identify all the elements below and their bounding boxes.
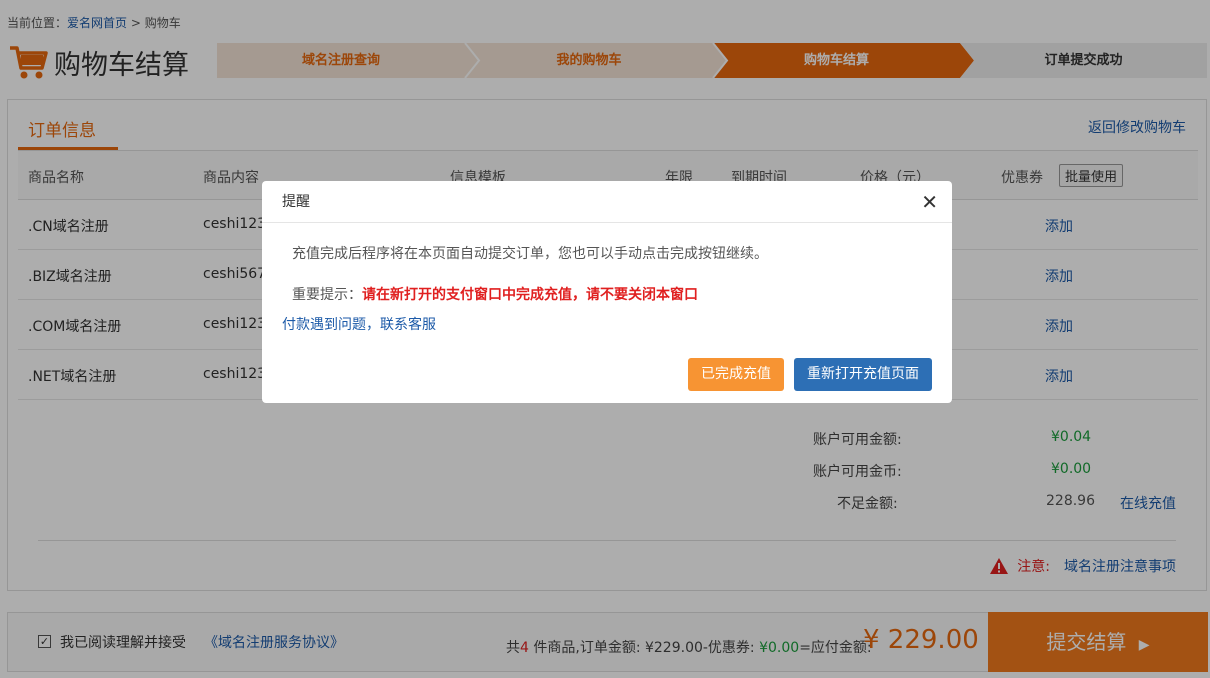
reminder-dialog: 提醒 ✕ 充值完成后程序将在本页面自动提交订单，您也可以手动点击完成按钮继续。 … (262, 181, 952, 403)
hint-label: 重要提示： (292, 287, 362, 303)
reopen-recharge-button[interactable]: 重新打开充值页面 (794, 358, 932, 391)
hint-warning: 请在新打开的支付窗口中完成充值，请不要关闭本窗口 (362, 287, 698, 303)
important-hint: 重要提示：请在新打开的支付窗口中完成充值，请不要关闭本窗口 (292, 284, 698, 304)
dialog-title: 提醒 (262, 181, 952, 223)
close-icon[interactable]: ✕ (921, 190, 938, 214)
dialog-message: 充值完成后程序将在本页面自动提交订单，您也可以手动点击完成按钮继续。 (292, 246, 768, 262)
contact-support-link[interactable]: 付款遇到问题，联系客服 (282, 314, 436, 334)
recharge-done-button[interactable]: 已完成充值 (688, 358, 784, 391)
